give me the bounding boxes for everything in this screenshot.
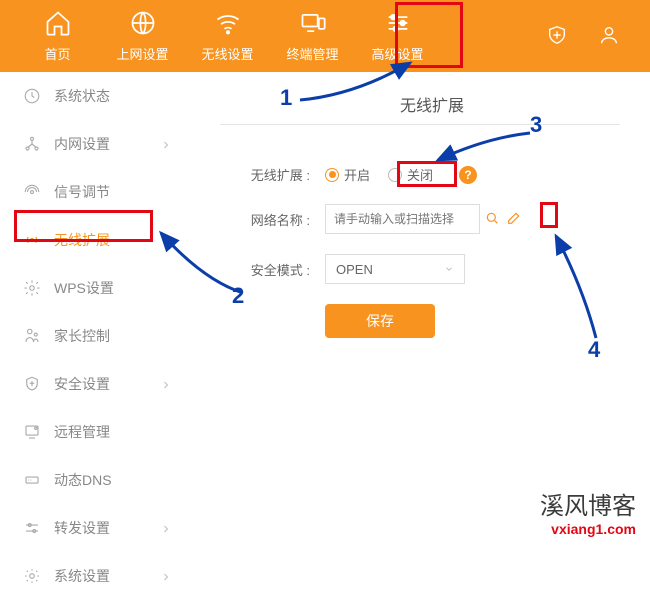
radio-off-label: 关闭 <box>407 165 433 184</box>
sidebar-item-wps[interactable]: WPS设置 <box>0 264 190 312</box>
user-icon[interactable] <box>598 24 620 49</box>
watermark-title: 溪风博客 <box>540 486 636 521</box>
sliders-icon <box>384 9 412 40</box>
chevron-right-icon <box>160 138 172 150</box>
page-title: 无线扩展 <box>400 92 620 116</box>
sliders-icon <box>22 518 42 538</box>
nav-devices[interactable]: 终端管理 <box>270 0 355 72</box>
chevron-down-icon <box>444 264 454 274</box>
shield-icon <box>22 374 42 394</box>
cog-icon <box>22 566 42 586</box>
sidebar-item-status[interactable]: 系统状态 <box>0 72 190 120</box>
save-button[interactable]: 保存 <box>325 304 435 338</box>
watermark-url: vxiang1.com <box>540 521 636 537</box>
mode-select[interactable]: OPEN <box>325 254 465 284</box>
remote-icon <box>22 422 42 442</box>
edit-icon[interactable] <box>506 210 522 229</box>
devices-icon <box>299 9 327 40</box>
sidebar-item-label: 动态DNS <box>54 470 112 490</box>
signal-icon <box>22 182 42 202</box>
sidebar-item-label: 系统状态 <box>54 86 110 106</box>
chevron-right-icon <box>160 522 172 534</box>
mode-value: OPEN <box>336 262 373 277</box>
main-content: 无线扩展 无线扩展 : 开启 关闭 ? 网络名称 : 安全模式 : OPEN <box>210 72 650 541</box>
sidebar-item-label: 无线扩展 <box>54 230 110 250</box>
wifi-icon <box>214 9 242 40</box>
scan-icon[interactable] <box>484 210 500 229</box>
radio-on-label: 开启 <box>344 165 370 184</box>
dns-icon <box>22 470 42 490</box>
sidebar-item-label: 转发设置 <box>54 518 110 538</box>
gear-icon <box>22 278 42 298</box>
sidebar-item-remote[interactable]: 远程管理 <box>0 408 190 456</box>
radio-circle-icon <box>388 168 402 182</box>
sidebar-item-label: 信号调节 <box>54 182 110 202</box>
nav-label: 首页 <box>44 44 70 63</box>
nav-home[interactable]: 首页 <box>15 0 100 72</box>
sidebar-item-forwarding[interactable]: 转发设置 <box>0 504 190 552</box>
radio-circle-icon <box>325 168 339 182</box>
nav-label: 终端管理 <box>286 44 338 63</box>
nav-label: 高级设置 <box>371 44 423 63</box>
sidebar: 系统状态 内网设置 信号调节 无线扩展 WPS设置 家长控制 安全设置 远程管理 <box>0 72 190 541</box>
nav-label: 无线设置 <box>201 44 253 63</box>
broadcast-icon <box>22 230 42 250</box>
sidebar-item-label: 系统设置 <box>54 566 110 586</box>
top-nav: 首页 上网设置 无线设置 终端管理 高级设置 <box>0 0 650 72</box>
shield-icon[interactable] <box>546 24 568 49</box>
globe-icon <box>129 9 157 40</box>
ssid-input[interactable] <box>325 204 480 234</box>
radio-on[interactable]: 开启 <box>325 165 370 184</box>
sidebar-item-wds[interactable]: 无线扩展 <box>0 216 190 264</box>
divider <box>220 124 620 125</box>
nav-internet[interactable]: 上网设置 <box>100 0 185 72</box>
help-icon[interactable]: ? <box>459 166 477 184</box>
nav-advanced[interactable]: 高级设置 <box>355 0 440 72</box>
wds-label: 无线扩展 : <box>220 165 310 184</box>
sidebar-item-ddns[interactable]: 动态DNS <box>0 456 190 504</box>
sidebar-item-label: 远程管理 <box>54 422 110 442</box>
sidebar-item-signal[interactable]: 信号调节 <box>0 168 190 216</box>
home-icon <box>44 9 72 40</box>
sidebar-item-system[interactable]: 系统设置 <box>0 552 190 600</box>
mode-label: 安全模式 : <box>220 260 310 279</box>
nav-wireless[interactable]: 无线设置 <box>185 0 270 72</box>
sidebar-item-lan[interactable]: 内网设置 <box>0 120 190 168</box>
sidebar-item-parental[interactable]: 家长控制 <box>0 312 190 360</box>
nav-label: 上网设置 <box>116 44 168 63</box>
chevron-right-icon <box>160 570 172 582</box>
network-icon <box>22 134 42 154</box>
sidebar-item-label: 内网设置 <box>54 134 110 154</box>
sidebar-item-label: WPS设置 <box>54 278 114 298</box>
nav-right <box>546 0 650 72</box>
sidebar-item-label: 安全设置 <box>54 374 110 394</box>
sidebar-item-label: 家长控制 <box>54 326 110 346</box>
ssid-label: 网络名称 : <box>220 210 310 229</box>
radio-off[interactable]: 关闭 <box>388 165 433 184</box>
watermark: 溪风博客 vxiang1.com <box>540 486 636 537</box>
sidebar-item-security[interactable]: 安全设置 <box>0 360 190 408</box>
parent-icon <box>22 326 42 346</box>
chevron-right-icon <box>160 378 172 390</box>
clock-icon <box>22 86 42 106</box>
